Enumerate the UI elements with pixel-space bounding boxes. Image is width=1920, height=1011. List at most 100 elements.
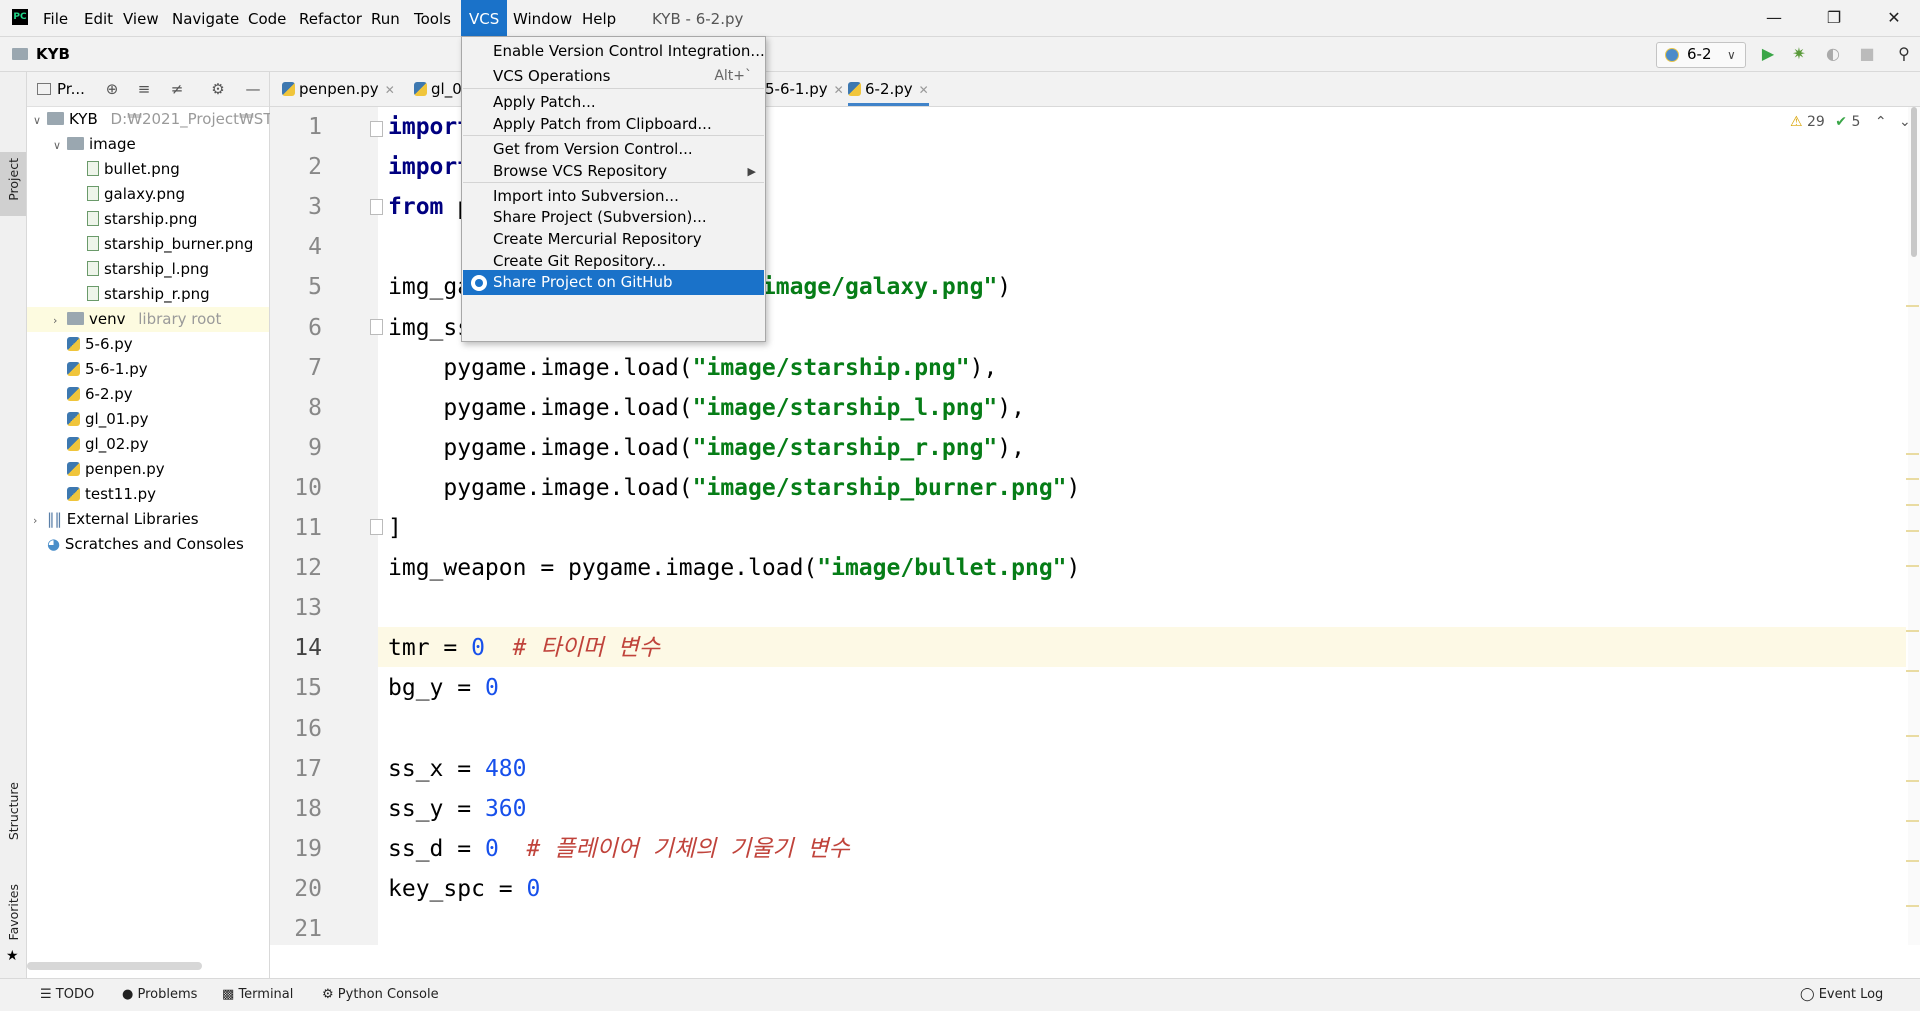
vcs-menu-item[interactable]: Apply Patch from Clipboard... xyxy=(463,112,764,137)
fold-icon[interactable] xyxy=(370,319,383,335)
tree-item[interactable]: 5-6.py xyxy=(27,332,269,357)
vcs-menu-item[interactable]: Browse VCS Repository ▶ xyxy=(463,159,764,184)
code-line[interactable]: pygame.image.load("image/starship_r.png"… xyxy=(388,428,1025,468)
code-line[interactable]: bg_y = 0 xyxy=(388,668,499,708)
tree-item[interactable]: starship_l.png xyxy=(27,257,269,282)
debug-icon[interactable]: ✷ xyxy=(1788,43,1810,65)
code-line[interactable]: pygame.image.load("image/starship_l.png"… xyxy=(388,388,1025,428)
tree-item[interactable]: ∨ image xyxy=(27,132,269,157)
error-stripe-mark[interactable] xyxy=(1906,504,1919,506)
error-stripe-mark[interactable] xyxy=(1906,478,1919,480)
run-icon[interactable]: ▶ xyxy=(1757,43,1779,65)
tree-item[interactable]: › ‖‖ External Libraries xyxy=(27,507,269,532)
error-stripe-mark[interactable] xyxy=(1906,305,1919,307)
fold-icon[interactable] xyxy=(370,121,383,137)
event-log-button[interactable]: ◯ Event Log xyxy=(1800,979,1883,1011)
tree-item[interactable]: ∨ KYB D:₩2021_Project₩STUD xyxy=(27,107,295,132)
search-icon[interactable]: ⚲ xyxy=(1893,43,1915,65)
restore-icon[interactable]: ❐ xyxy=(1804,0,1864,36)
breadcrumb-project[interactable]: KYB xyxy=(36,37,70,71)
scrollbar-thumb[interactable] xyxy=(1911,107,1917,257)
tree-item[interactable]: gl_02.py xyxy=(27,432,269,457)
vcs-menu-item[interactable]: Enable Version Control Integration... xyxy=(463,39,765,64)
close-tab-icon[interactable]: ✕ xyxy=(919,83,929,97)
code-line[interactable]: import xyxy=(388,107,471,147)
locate-icon[interactable]: ⊕ xyxy=(103,80,121,98)
problems-button[interactable]: ● Problems xyxy=(122,979,197,1011)
tab-6-2[interactable]: 6-2.py ✕ xyxy=(848,72,929,106)
menu-tools[interactable]: Tools xyxy=(408,0,457,36)
code-line[interactable]: ] xyxy=(388,508,402,548)
menu-run[interactable]: Run xyxy=(365,0,406,36)
python-console-button[interactable]: ⚙ Python Console xyxy=(322,979,439,1011)
tree-item[interactable]: starship_burner.png xyxy=(27,232,269,257)
vcs-menu-item[interactable]: Share Project on GitHub xyxy=(463,270,764,295)
menu-view[interactable]: View xyxy=(117,0,165,36)
tree-item[interactable]: test11.py xyxy=(27,482,269,507)
tree-item[interactable]: 6-2.py xyxy=(27,382,269,407)
tab-gl[interactable]: gl_0 xyxy=(414,72,462,106)
close-tab-icon[interactable]: ✕ xyxy=(834,83,844,97)
close-icon[interactable]: ✕ xyxy=(1864,0,1920,36)
menu-refactor[interactable]: Refactor xyxy=(293,0,368,36)
collapse-all-icon[interactable]: ≠ xyxy=(168,80,186,98)
tree-item[interactable]: penpen.py xyxy=(27,457,269,482)
error-stripe-mark[interactable] xyxy=(1906,630,1919,632)
tree-item[interactable]: starship_r.png xyxy=(27,282,269,307)
tool-window-project[interactable]: Project xyxy=(0,152,26,216)
tree-item[interactable]: bullet.png xyxy=(27,157,269,182)
error-stripe-mark[interactable] xyxy=(1906,780,1919,782)
error-stripe-mark[interactable] xyxy=(1906,670,1919,672)
stop-icon[interactable]: ■ xyxy=(1856,43,1878,65)
menu-edit[interactable]: Edit xyxy=(78,0,119,36)
code-line[interactable]: ss_d = 0 # 플레이어 기체의 기울기 변수 xyxy=(388,829,850,869)
error-stripe-mark[interactable] xyxy=(1906,735,1919,737)
error-stripe-mark[interactable] xyxy=(1906,565,1919,567)
coverage-icon[interactable]: ◐ xyxy=(1822,43,1844,65)
code-line[interactable]: pygame.image.load("image/starship_burner… xyxy=(388,468,1080,508)
error-stripe-mark[interactable] xyxy=(1906,905,1919,907)
code-line[interactable]: key_spc = 0 xyxy=(388,869,540,909)
code-line[interactable]: img_ss xyxy=(388,308,471,348)
tab-penpen[interactable]: penpen.py ✕ xyxy=(282,72,395,106)
todo-button[interactable]: ☰ TODO xyxy=(40,979,94,1011)
menu-vcs[interactable]: VCS xyxy=(461,0,508,36)
error-stripe-mark[interactable] xyxy=(1906,530,1919,532)
menu-navigate[interactable]: Navigate xyxy=(166,0,245,36)
terminal-button[interactable]: ▩ Terminal xyxy=(222,979,293,1011)
vcs-menu-item[interactable]: VCS Operations Alt+` xyxy=(463,64,764,89)
error-stripe-mark[interactable] xyxy=(1906,453,1919,455)
code-line[interactable]: tmr = 0 # 타이머 변수 xyxy=(388,628,660,668)
run-configuration-selector[interactable]: 6-2 ∨ xyxy=(1656,42,1746,68)
minimize-icon[interactable]: — xyxy=(1744,0,1804,36)
tree-item[interactable]: › venv library root xyxy=(27,307,269,332)
menu-window[interactable]: Window xyxy=(507,0,578,36)
tab-5-6-1[interactable]: 5-6-1.py ✕ xyxy=(765,72,844,106)
code-line[interactable]: import xyxy=(388,147,471,187)
menu-code[interactable]: Code xyxy=(242,0,292,36)
gear-icon[interactable]: ⚙ xyxy=(209,80,227,98)
prev-highlight-icon[interactable]: ⌃ xyxy=(1875,114,1887,130)
hide-icon[interactable]: — xyxy=(244,80,262,98)
inspection-widget[interactable]: ⚠ 29 ✔ 5 ⌃ ⌄ xyxy=(1790,114,1911,130)
tree-item[interactable]: galaxy.png xyxy=(27,182,269,207)
tool-window-structure[interactable]: Structure xyxy=(0,778,26,868)
menu-help[interactable]: Help xyxy=(576,0,622,36)
tool-window-favorites[interactable]: Favorites ★ xyxy=(0,880,26,970)
code-line[interactable]: ss_y = 360 xyxy=(388,789,526,829)
fold-icon[interactable] xyxy=(370,519,383,535)
menu-file[interactable]: File xyxy=(37,0,74,36)
code-line[interactable]: img_weapon = pygame.image.load("image/bu… xyxy=(388,548,1080,588)
project-view-selector[interactable]: Pr... xyxy=(57,80,85,98)
horizontal-scrollbar[interactable] xyxy=(27,962,202,970)
code-line[interactable]: pygame.image.load("image/starship.png"), xyxy=(388,348,997,388)
error-stripe-mark[interactable] xyxy=(1906,820,1919,822)
code-line[interactable]: from p xyxy=(388,187,471,227)
fold-icon[interactable] xyxy=(370,199,383,215)
tree-item[interactable]: 5-6-1.py xyxy=(27,357,269,382)
tree-item[interactable]: starship.png xyxy=(27,207,269,232)
error-stripe-mark[interactable] xyxy=(1906,860,1919,862)
tree-item[interactable]: gl_01.py xyxy=(27,407,269,432)
code-line[interactable]: ss_x = 480 xyxy=(388,749,526,789)
close-tab-icon[interactable]: ✕ xyxy=(385,83,395,97)
